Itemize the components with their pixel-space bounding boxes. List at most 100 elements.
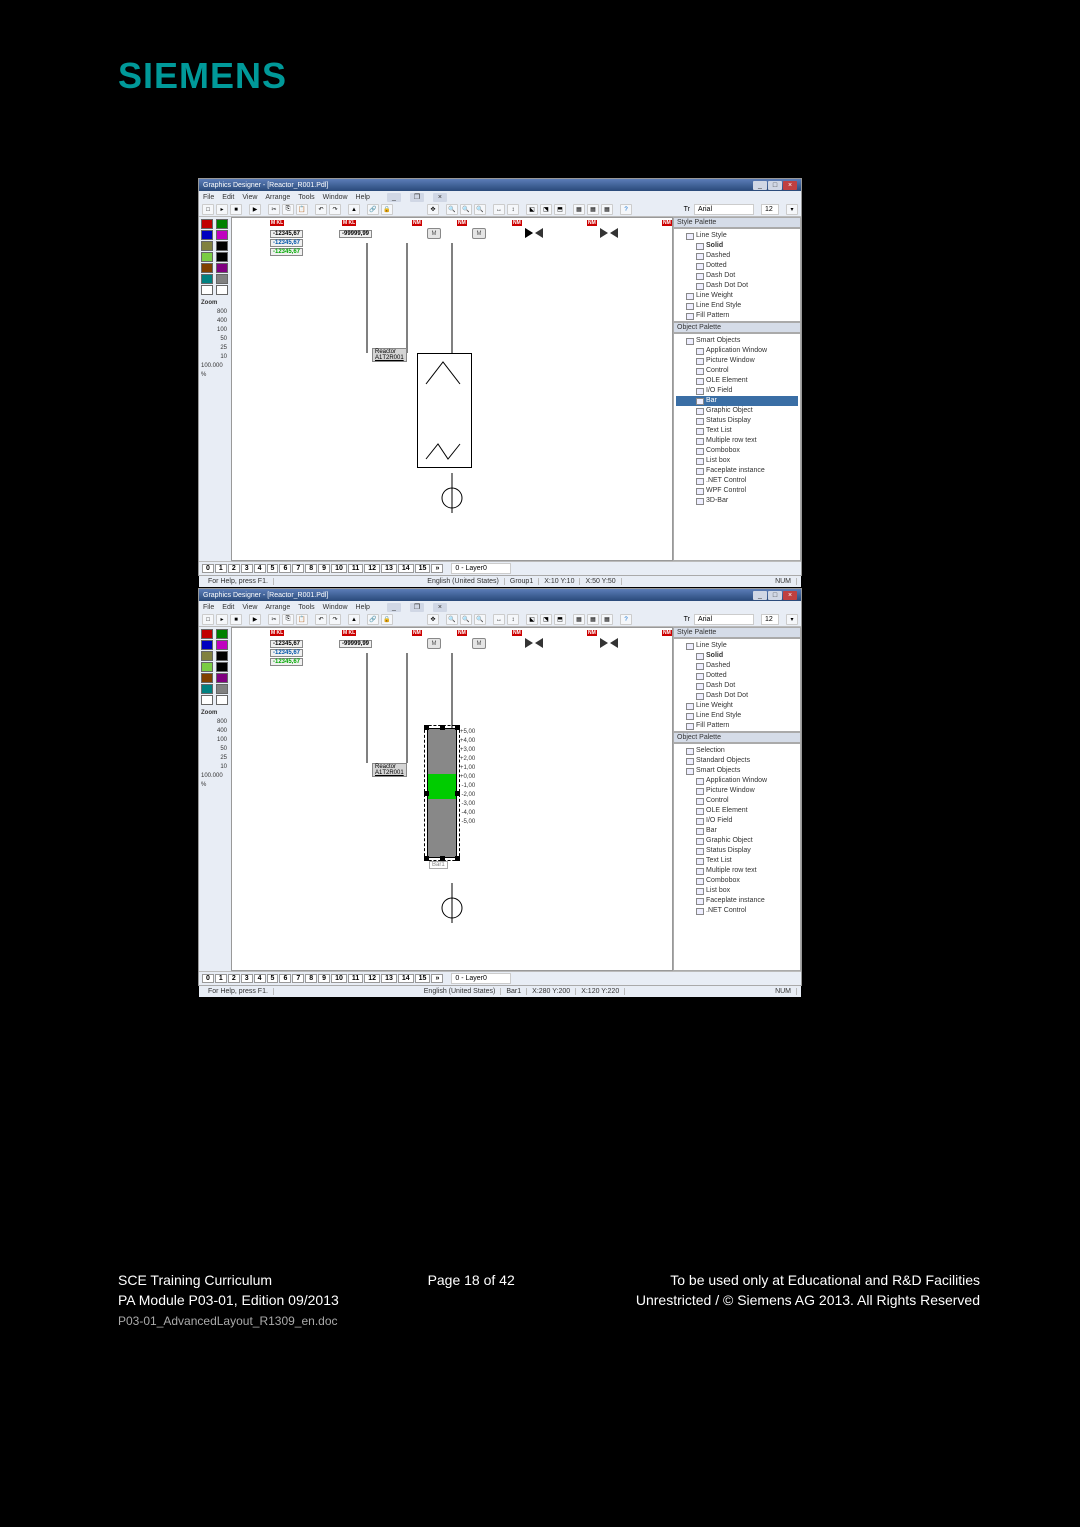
save-icon[interactable]: ■	[230, 204, 242, 215]
menu-window[interactable]: Window	[323, 604, 348, 611]
tree-item[interactable]: Dash Dot Dot	[676, 281, 798, 291]
tree-item[interactable]: Status Display	[676, 846, 798, 856]
flip-v-icon[interactable]: ↕	[507, 614, 519, 625]
layer-tab[interactable]: 13	[381, 974, 397, 983]
tree-item[interactable]: Text List	[676, 856, 798, 866]
run-icon[interactable]: ▶	[249, 204, 261, 215]
color-swatch[interactable]	[201, 241, 213, 251]
paste-icon[interactable]: 📋	[296, 204, 308, 215]
doc-close-button[interactable]: ×	[433, 603, 447, 612]
tree-item[interactable]: Line Style	[676, 231, 798, 241]
tree-item[interactable]: Bar	[676, 826, 798, 836]
help-icon[interactable]: ?	[620, 614, 632, 625]
align-t-icon[interactable]: ⬒	[554, 204, 566, 215]
color-swatch[interactable]	[201, 651, 213, 661]
lock-icon[interactable]: 🔒	[381, 614, 393, 625]
color-swatch[interactable]	[216, 219, 228, 229]
layer-tab[interactable]: 14	[398, 564, 414, 573]
layer-tab[interactable]: 8	[305, 564, 317, 573]
color-swatch[interactable]	[201, 230, 213, 240]
zoom-level[interactable]: 10	[201, 763, 229, 772]
zoom-level[interactable]: 800	[201, 308, 229, 317]
layer-tab[interactable]: 15	[415, 974, 431, 983]
tree-item[interactable]: WPF Control	[676, 486, 798, 496]
zoom-level[interactable]: 10	[201, 353, 229, 362]
layer-tab[interactable]: 10	[331, 564, 347, 573]
move-icon[interactable]: ✥	[427, 614, 439, 625]
layer-tab[interactable]: 12	[364, 564, 380, 573]
tree-item[interactable]: Faceplate instance	[676, 896, 798, 906]
layer-tab[interactable]: 4	[254, 564, 266, 573]
layer-tab[interactable]: 2	[228, 974, 240, 983]
zoom-fit-icon[interactable]: 🔍	[474, 614, 486, 625]
tool-icon[interactable]: ▲	[348, 614, 360, 625]
font-style-icon[interactable]: ▾	[786, 614, 798, 625]
color-swatch[interactable]	[216, 695, 228, 705]
zoom-out-icon[interactable]: 🔍	[460, 204, 472, 215]
tree-item[interactable]: Smart Objects	[676, 336, 798, 346]
layer-tab[interactable]: 2	[228, 564, 240, 573]
zoom-out-icon[interactable]: 🔍	[460, 614, 472, 625]
tree-item[interactable]: Line Weight	[676, 701, 798, 711]
zoom-level[interactable]: 100	[201, 736, 229, 745]
color-swatch[interactable]	[216, 230, 228, 240]
layer-tab[interactable]: 5	[267, 974, 279, 983]
layer-tab[interactable]: 0	[202, 974, 214, 983]
tree-item[interactable]: Line End Style	[676, 301, 798, 311]
color-swatch[interactable]	[201, 274, 213, 284]
layer-tab[interactable]: 3	[241, 974, 253, 983]
copy-icon[interactable]: ⎘	[282, 614, 294, 625]
tree-item[interactable]: Control	[676, 796, 798, 806]
minimize-button[interactable]: _	[753, 181, 767, 190]
menu-tools[interactable]: Tools	[298, 194, 314, 201]
zoom-in-icon[interactable]: 🔍	[446, 204, 458, 215]
color-swatch[interactable]	[201, 662, 213, 672]
color-swatch[interactable]	[216, 274, 228, 284]
menu-file[interactable]: File	[203, 604, 214, 611]
layer-tab[interactable]: 10	[331, 974, 347, 983]
save-icon[interactable]: ■	[230, 614, 242, 625]
menu-help[interactable]: Help	[356, 604, 370, 611]
minimize-button[interactable]: _	[753, 591, 767, 600]
tree-item[interactable]: Multiple row text	[676, 436, 798, 446]
doc-minimize-button[interactable]: _	[387, 603, 401, 612]
ruler-icon[interactable]: ▦	[601, 204, 613, 215]
layer-tab[interactable]: 3	[241, 564, 253, 573]
tree-item[interactable]: 3D-Bar	[676, 496, 798, 506]
open-icon[interactable]: ▸	[216, 204, 228, 215]
tree-item[interactable]: Dashed	[676, 251, 798, 261]
snap-icon[interactable]: ▦	[587, 614, 599, 625]
menu-arrange[interactable]: Arrange	[265, 194, 290, 201]
flip-h-icon[interactable]: ↔	[493, 614, 505, 625]
color-swatch[interactable]	[201, 629, 213, 639]
lock-icon[interactable]: 🔒	[381, 204, 393, 215]
tree-item[interactable]: Solid	[676, 241, 798, 251]
menu-file[interactable]: File	[203, 194, 214, 201]
tree-item[interactable]: Dash Dot Dot	[676, 691, 798, 701]
tree-item[interactable]: Fill Pattern	[676, 311, 798, 321]
zoom-level[interactable]: 100	[201, 326, 229, 335]
tree-item[interactable]: Application Window	[676, 776, 798, 786]
tree-item[interactable]: Smart Objects	[676, 766, 798, 776]
color-swatch[interactable]	[201, 252, 213, 262]
tool-icon[interactable]: ▲	[348, 204, 360, 215]
move-icon[interactable]: ✥	[427, 204, 439, 215]
align-r-icon[interactable]: ⬔	[540, 204, 552, 215]
zoom-level[interactable]: 50	[201, 745, 229, 754]
layer-tab[interactable]: 0	[202, 564, 214, 573]
layer-tab[interactable]: 15	[415, 564, 431, 573]
tree-item[interactable]: Graphic Object	[676, 406, 798, 416]
tree-item[interactable]: Fill Pattern	[676, 721, 798, 731]
zoom-level[interactable]: 400	[201, 317, 229, 326]
tree-item[interactable]: Faceplate instance	[676, 466, 798, 476]
layer-tab[interactable]: 11	[348, 564, 363, 573]
paste-icon[interactable]: 📋	[296, 614, 308, 625]
tree-item[interactable]: I/O Field	[676, 386, 798, 396]
color-swatch[interactable]	[216, 285, 228, 295]
tree-item[interactable]: .NET Control	[676, 906, 798, 916]
tree-item[interactable]: Picture Window	[676, 356, 798, 366]
grid-icon[interactable]: ▦	[573, 204, 585, 215]
canvas[interactable]: M KL -12345,67 -12345,67 -12345,67 M KL …	[231, 627, 673, 971]
zoom-level[interactable]: 50	[201, 335, 229, 344]
layer-tab[interactable]: 5	[267, 564, 279, 573]
